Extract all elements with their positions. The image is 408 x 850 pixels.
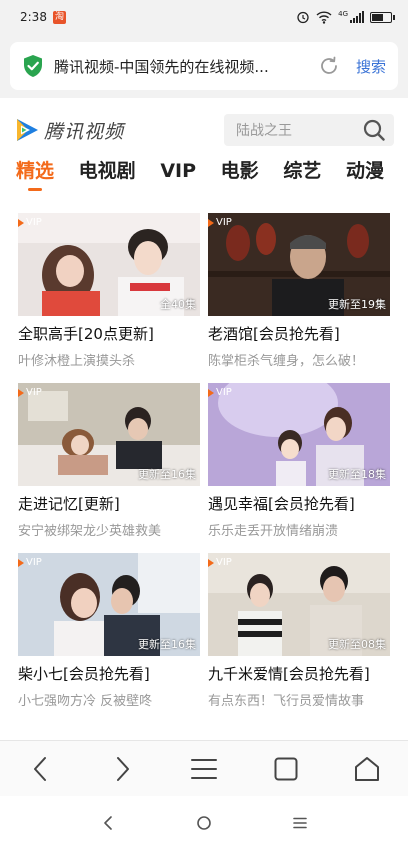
tab-movies[interactable]: 电影 xyxy=(221,155,259,193)
video-subtitle: 有点东西！飞行员爱情故事 xyxy=(208,694,365,709)
video-subtitle: 小七强吻方冷 反被壁咚 xyxy=(18,694,153,709)
episode-count: 全40集 xyxy=(160,298,196,311)
logo-text[interactable]: 腾讯视频 xyxy=(44,117,124,144)
video-grid: VIP 全40集 全职高手[20点更新] 叶修沐橙上演摸头杀 VIP 更新至19… xyxy=(18,213,390,723)
system-home-button[interactable] xyxy=(184,803,224,843)
menu-button[interactable] xyxy=(184,749,224,789)
tab-variety[interactable]: 综艺 xyxy=(283,155,321,193)
channel-tabs: 精选 电视剧 VIP 电影 综艺 动漫 xyxy=(0,155,408,195)
video-thumbnail[interactable]: VIP 全40集 xyxy=(18,213,200,316)
tabs-button[interactable] xyxy=(266,749,306,789)
status-bar: 2:38 淘 4G xyxy=(0,0,408,34)
vip-badge: VIP xyxy=(208,217,232,228)
back-icon xyxy=(33,756,46,781)
video-card[interactable]: VIP 更新至08集 九千米爱情[会员抢先看] 有点东西！飞行员爱情故事 xyxy=(208,553,390,723)
recents-icon xyxy=(293,817,307,829)
security-shield-icon xyxy=(24,55,42,77)
back-icon xyxy=(104,816,112,830)
back-button[interactable] xyxy=(21,749,61,789)
episode-count: 更新至16集 xyxy=(138,638,196,651)
video-card[interactable]: VIP 更新至19集 老酒馆[会员抢先看] 陈掌柜杀气缠身，怎么破！ xyxy=(208,213,390,383)
video-title[interactable]: 柴小七[会员抢先看] xyxy=(18,663,200,684)
vip-badge: VIP xyxy=(18,557,42,568)
site-search-box[interactable]: 陆战之王 xyxy=(224,114,394,146)
video-card[interactable]: VIP 更新至18集 遇见幸福[会员抢先看] 乐乐走丢开放情绪崩溃 xyxy=(208,383,390,553)
vip-badge: VIP xyxy=(208,557,232,568)
episode-count: 更新至18集 xyxy=(328,468,386,481)
video-title[interactable]: 九千米爱情[会员抢先看] xyxy=(208,663,390,684)
video-thumbnail[interactable]: VIP 更新至16集 xyxy=(18,383,200,486)
home-button[interactable] xyxy=(347,749,387,789)
tab-featured[interactable]: 精选 xyxy=(16,155,54,193)
tencent-video-logo-icon[interactable] xyxy=(14,117,40,143)
alarm-icon xyxy=(297,11,309,24)
episode-count: 更新至16集 xyxy=(138,468,196,481)
video-title[interactable]: 走进记忆[更新] xyxy=(18,493,200,514)
battery-icon xyxy=(370,11,395,23)
episode-count: 更新至08集 xyxy=(328,638,386,651)
page-title[interactable]: 腾讯视频-中国领先的在线视频... xyxy=(54,56,308,77)
video-subtitle: 陈掌柜杀气缠身，怎么破！ xyxy=(208,354,365,369)
battery-fill xyxy=(372,13,383,21)
tab-vip[interactable]: VIP xyxy=(160,155,196,193)
site-header: 腾讯视频 陆战之王 xyxy=(0,108,408,152)
video-subtitle: 乐乐走丢开放情绪崩溃 xyxy=(208,524,339,539)
system-navigation-bar xyxy=(0,796,408,850)
vip-badge: VIP xyxy=(18,217,42,228)
tab-anime[interactable]: 动漫 xyxy=(346,155,384,193)
video-title[interactable]: 全职高手[20点更新] xyxy=(18,323,200,344)
wifi-icon xyxy=(316,10,332,24)
network-type: 4G xyxy=(338,10,348,18)
vip-badge: VIP xyxy=(208,387,232,398)
system-back-button[interactable] xyxy=(88,803,128,843)
browser-navigation-bar xyxy=(0,740,408,796)
status-icons: 4G xyxy=(296,10,395,24)
video-thumbnail[interactable]: VIP 更新至16集 xyxy=(18,553,200,656)
video-subtitle: 安宁被绑架龙少英雄救美 xyxy=(18,524,162,539)
vip-badge: VIP xyxy=(18,387,42,398)
reload-icon[interactable] xyxy=(318,55,340,77)
status-time: 2:38 xyxy=(20,10,47,24)
search-icon[interactable] xyxy=(362,118,386,142)
address-bar[interactable]: 腾讯视频-中国领先的在线视频... 搜索 xyxy=(10,42,398,90)
system-recents-button[interactable] xyxy=(280,803,320,843)
home-icon xyxy=(355,756,380,781)
video-title[interactable]: 老酒馆[会员抢先看] xyxy=(208,323,390,344)
tabs-icon xyxy=(274,757,298,780)
video-card[interactable]: VIP 更新至16集 柴小七[会员抢先看] 小七强吻方冷 反被壁咚 xyxy=(18,553,200,723)
search-button[interactable]: 搜索 xyxy=(356,56,386,77)
video-card[interactable]: VIP 全40集 全职高手[20点更新] 叶修沐橙上演摸头杀 xyxy=(18,213,200,383)
site-search-input[interactable]: 陆战之王 xyxy=(236,120,362,140)
video-title[interactable]: 遇见幸福[会员抢先看] xyxy=(208,493,390,514)
video-card[interactable]: VIP 更新至16集 走进记忆[更新] 安宁被绑架龙少英雄救美 xyxy=(18,383,200,553)
episode-count: 更新至19集 xyxy=(328,298,386,311)
forward-button[interactable] xyxy=(102,749,142,789)
tab-tv-series[interactable]: 电视剧 xyxy=(79,155,136,193)
video-thumbnail[interactable]: VIP 更新至19集 xyxy=(208,213,390,316)
video-thumbnail[interactable]: VIP 更新至18集 xyxy=(208,383,390,486)
browser-toolbar: 腾讯视频-中国领先的在线视频... 搜索 xyxy=(0,34,408,98)
notification-icon: 淘 xyxy=(52,10,66,24)
forward-icon xyxy=(117,756,130,781)
signal-icon xyxy=(350,11,364,23)
video-subtitle: 叶修沐橙上演摸头杀 xyxy=(18,354,136,369)
video-thumbnail[interactable]: VIP 更新至08集 xyxy=(208,553,390,656)
menu-icon xyxy=(190,758,217,779)
home-icon xyxy=(197,816,211,830)
